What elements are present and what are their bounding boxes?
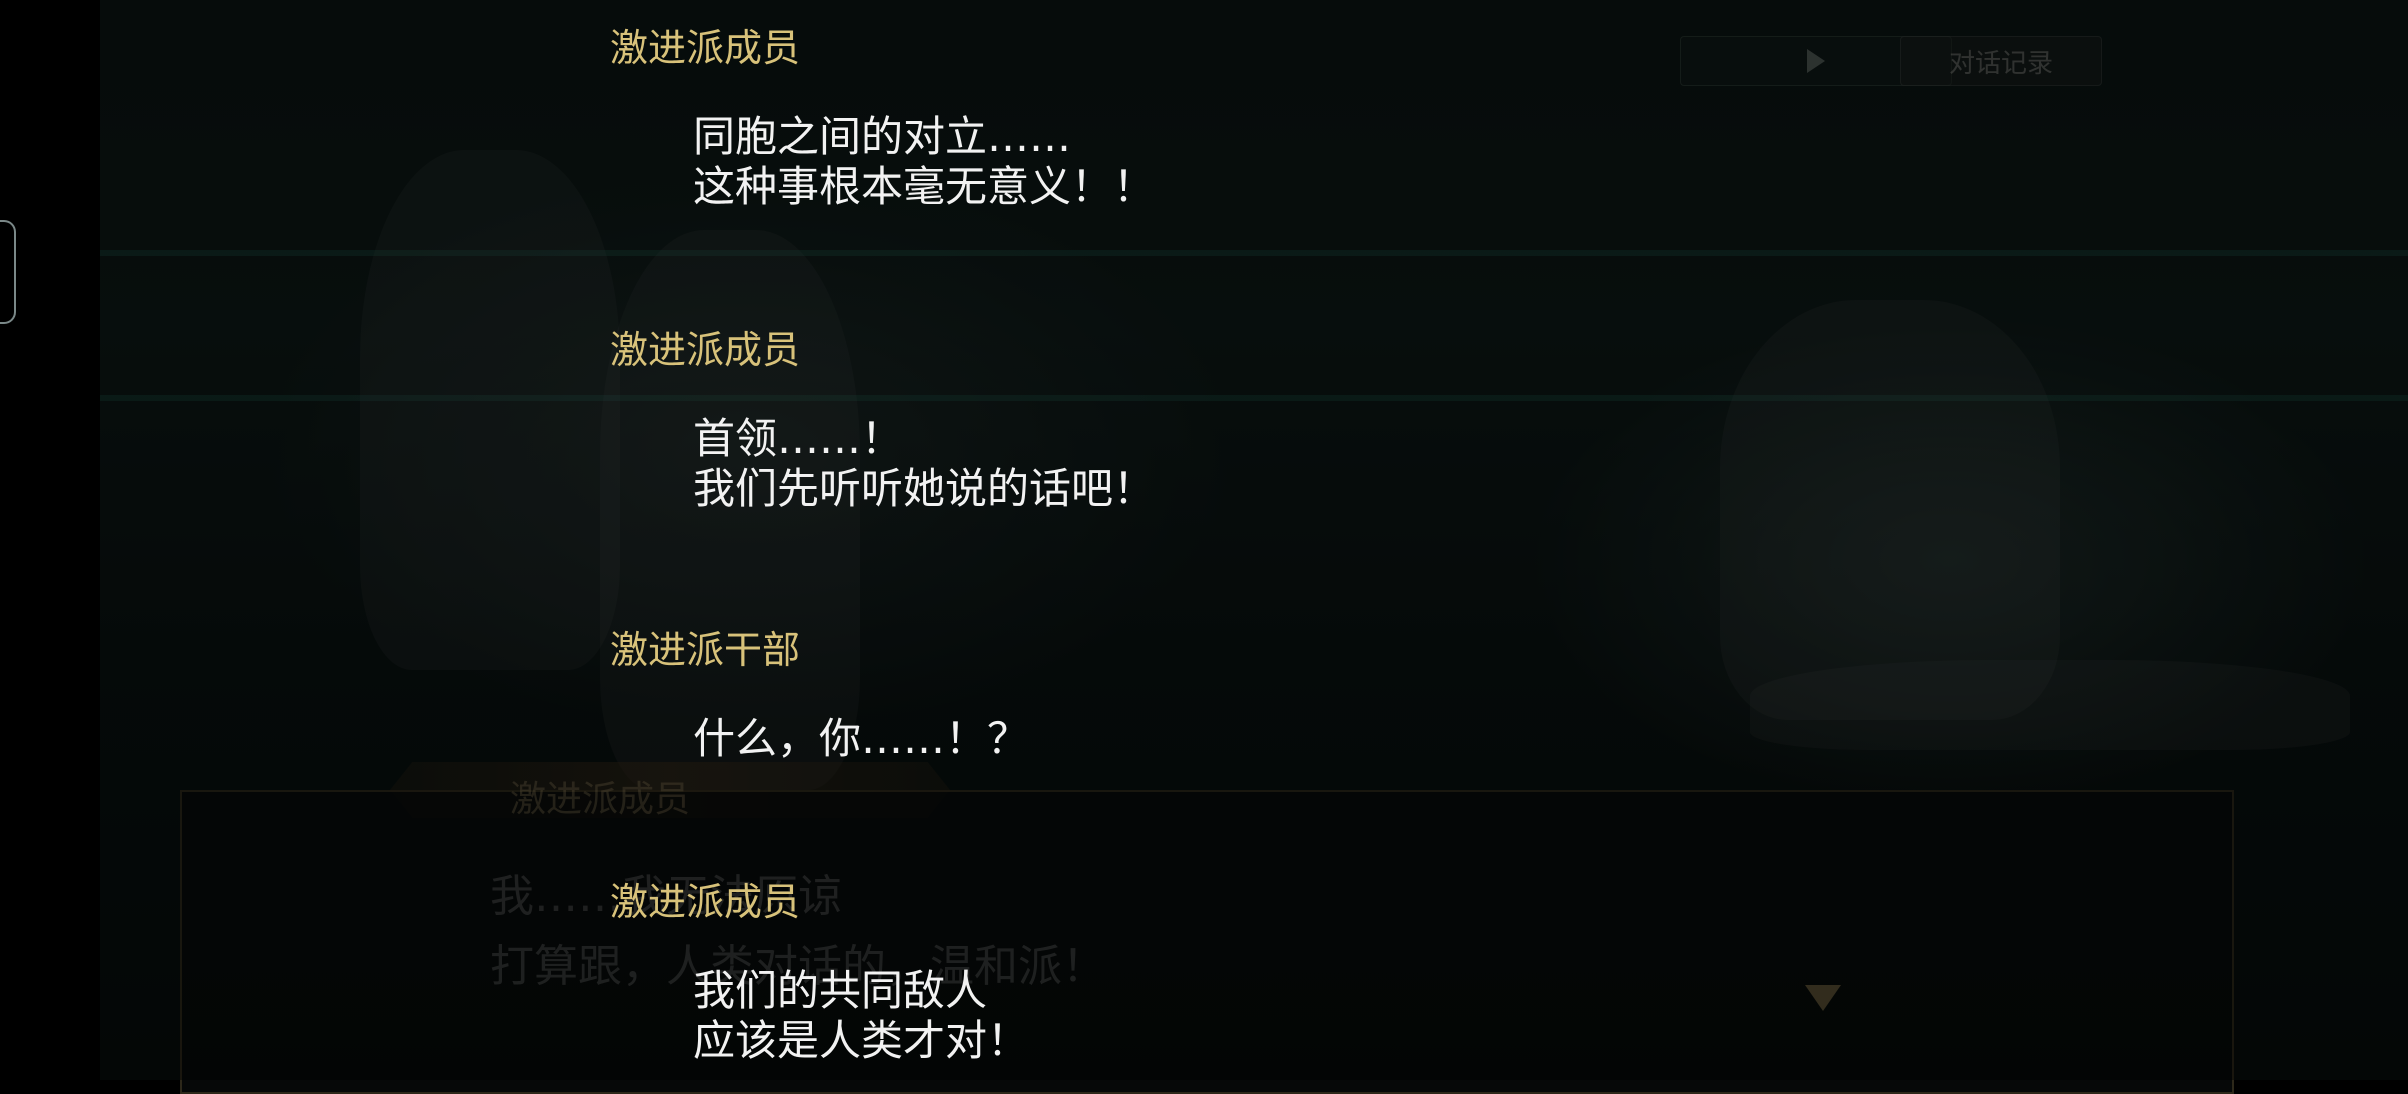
dialog-log-overlay — [100, 0, 2408, 1080]
side-drawer-handle[interactable] — [0, 220, 16, 324]
log-speaker-name: 激进派成员 — [610, 26, 801, 70]
log-entry: 激进派成员 我们的共同敌人 应该是人类才对！ — [610, 880, 1029, 1066]
log-line: 什么，你……！？ — [693, 714, 1030, 763]
log-line: 我们先听听她说的话吧！ — [693, 464, 1156, 513]
log-entry: 激进派成员 同胞之间的对立…… 这种事根本毫无意义！！ — [610, 26, 1155, 212]
log-line: 这种事根本毫无意义！！ — [693, 162, 1156, 211]
log-speaker-name: 激进派成员 — [610, 328, 801, 372]
log-speaker-name: 激进派成员 — [610, 880, 801, 924]
log-speaker-name: 激进派干部 — [610, 628, 801, 672]
log-line: 首领……！ — [693, 414, 904, 463]
log-entry: 激进派成员 首领……！ 我们先听听她说的话吧！ — [610, 328, 1155, 514]
log-entry: 激进派干部 什么，你……！？ — [610, 628, 1029, 764]
log-line: 同胞之间的对立…… — [693, 112, 1072, 161]
log-line: 应该是人类才对！ — [693, 1016, 1030, 1065]
log-line: 我们的共同敌人 — [693, 966, 988, 1015]
